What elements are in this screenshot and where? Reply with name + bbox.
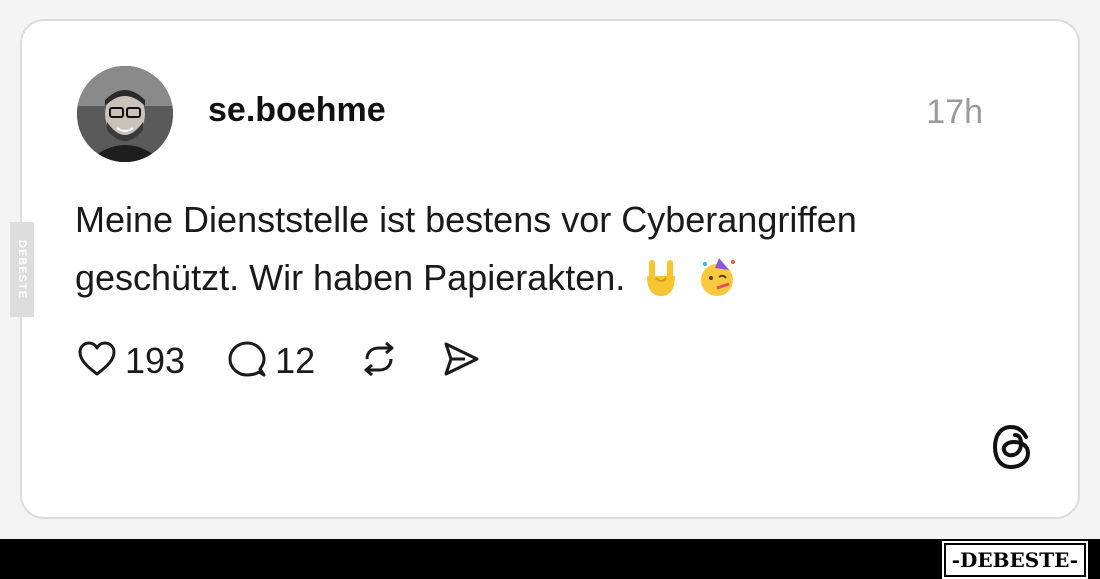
reply-count: 12 [275,340,316,381]
reply-button[interactable]: 12 [227,339,315,384]
footer-watermark-logo: -DEBESTE- [941,541,1089,579]
post-time: 17h [926,93,983,131]
side-watermark: DEBESTE [10,222,34,317]
like-button[interactable]: 193 [77,340,185,383]
share-icon [441,339,481,384]
like-count: 193 [125,340,186,381]
post-text: Meine Dienststelle ist bestens vor Cyber… [75,191,995,315]
share-button[interactable] [441,339,481,384]
repost-icon [359,339,399,384]
repost-button[interactable] [359,339,399,384]
comment-icon [227,339,267,384]
post-text-content: Meine Dienststelle ist bestens vor Cyber… [75,199,857,298]
username[interactable]: se.boehme [208,91,386,130]
threads-logo-icon [990,423,1034,471]
avatar[interactable] [77,66,173,162]
partying-face-icon [697,256,737,315]
sign-of-the-horns-icon [643,257,679,315]
post-actions: 193 12 [77,339,481,383]
heart-icon [77,340,117,383]
post-card: se.boehme 17h Meine Dienststelle ist bes… [20,19,1080,519]
footer-bar: -DEBESTE- [0,539,1100,579]
